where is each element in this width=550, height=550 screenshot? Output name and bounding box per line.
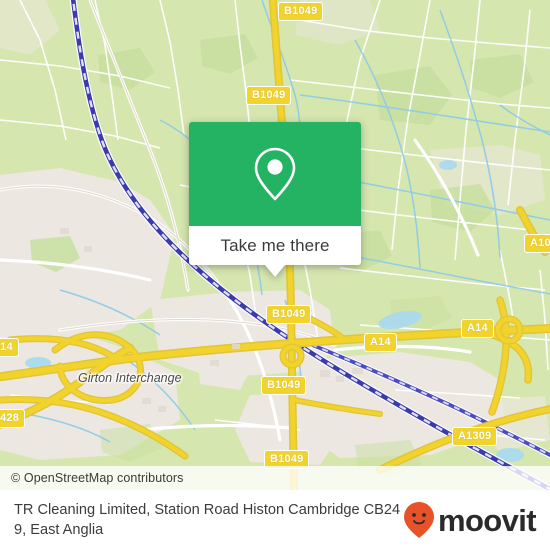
road-shield: A14 xyxy=(0,338,19,357)
road-shield: B1049 xyxy=(261,376,307,395)
road-shield: A14 xyxy=(364,333,397,352)
take-me-there-label: Take me there xyxy=(220,235,330,255)
moovit-wordmark: moovit xyxy=(437,502,537,538)
map-pin-icon xyxy=(254,147,296,201)
footer-bar: TR Cleaning Limited, Station Road Histon… xyxy=(0,490,550,550)
road-shield: A428 xyxy=(0,409,26,428)
location-popup-card[interactable]: Take me there xyxy=(189,122,361,277)
map-canvas[interactable]: B1049 B1049 A10 B1049 A14 A14 A14 B1049 … xyxy=(0,0,550,490)
road-shield: A10 xyxy=(524,234,550,253)
road-shield: A1309 xyxy=(452,427,498,446)
popup-action-area[interactable]: Take me there xyxy=(189,226,361,277)
place-label-girton-interchange: Girton Interchange xyxy=(78,371,182,385)
moovit-smiley-pin-icon xyxy=(403,502,434,538)
location-title: TR Cleaning Limited, Station Road Histon… xyxy=(14,502,401,538)
moovit-brand[interactable]: moovit xyxy=(402,500,537,540)
road-shield: B1049 xyxy=(278,2,324,21)
attribution-text[interactable]: © OpenStreetMap contributors xyxy=(0,471,184,485)
road-shield: B1049 xyxy=(246,86,292,105)
road-shield: B1049 xyxy=(266,305,312,324)
popup-pointer-tail xyxy=(265,265,285,277)
map-attribution-bar: © OpenStreetMap contributors xyxy=(0,466,550,490)
popup-icon-area xyxy=(189,122,361,226)
road-shield: A14 xyxy=(461,319,494,338)
